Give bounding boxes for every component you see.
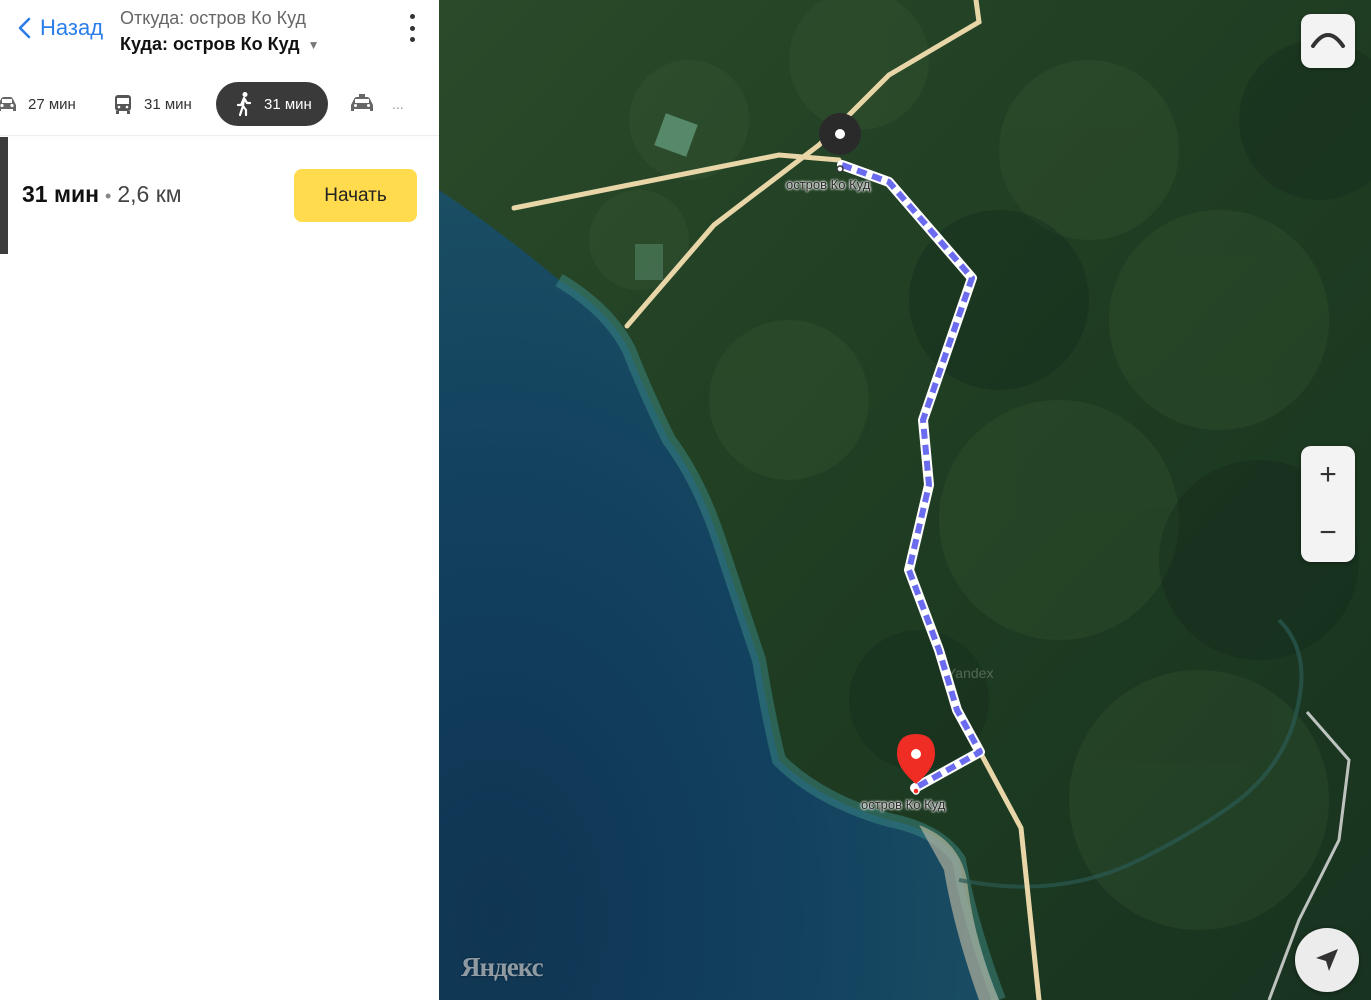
tab-taxi[interactable]: ...: [348, 82, 404, 126]
route-header: Назад Откуда: остров Ко Куд Куда: остров…: [0, 0, 439, 72]
more-dot-icon: [409, 14, 415, 19]
back-label: Назад: [40, 15, 104, 40]
destination-label: остров Ко Куд: [861, 797, 946, 812]
tab-taxi-time: ...: [392, 96, 404, 112]
caret-down-icon: ▼: [307, 37, 320, 52]
layers-button[interactable]: [1301, 14, 1355, 68]
route-distance: 2,6 км: [117, 181, 182, 207]
more-menu-button[interactable]: [404, 14, 420, 42]
taxi-icon: [351, 94, 373, 111]
tab-car-time: 27 мин: [28, 95, 76, 113]
zoom-in-button[interactable]: +: [1301, 446, 1355, 504]
separator-dot: •: [105, 186, 112, 206]
transport-mode-tabs: 27 мин 31 мин 31 мин ...: [0, 82, 439, 126]
route-origin[interactable]: Откуда: остров Ко Куд: [120, 8, 306, 29]
zoom-control: + −: [1301, 446, 1355, 562]
route-summary: 31 мин • 2,6 км: [22, 181, 182, 208]
start-point-label: остров Ко Куд: [786, 177, 871, 192]
chevron-left-icon: [18, 17, 31, 39]
tab-transit-time: 31 мин: [144, 95, 192, 113]
route-duration: 31 мин: [22, 181, 100, 207]
yandex-logo: Яндекс: [461, 952, 544, 982]
destination-pin-icon[interactable]: [891, 732, 941, 796]
layers-icon: [1311, 33, 1345, 48]
route-destination-label: Куда: остров Ко Куд: [120, 34, 300, 54]
route-panel: Назад Откуда: остров Ко Куд Куда: остров…: [0, 0, 439, 1000]
map-watermark-faint: Yandex: [947, 665, 994, 681]
tab-walking-time: 31 мин: [264, 95, 312, 113]
pedestrian-icon: [236, 92, 252, 117]
start-point-marker[interactable]: [817, 112, 863, 172]
tab-walking[interactable]: 31 мин: [216, 82, 328, 126]
location-arrow-icon: [1316, 949, 1338, 971]
map-view[interactable]: остров Ко Куд остров Ко Куд Yandex + − Я…: [439, 0, 1371, 1000]
my-location-button[interactable]: [1295, 928, 1359, 992]
selected-indicator: [0, 137, 8, 254]
divider: [0, 135, 439, 136]
bus-icon: [115, 95, 131, 114]
zoom-out-button[interactable]: −: [1301, 504, 1355, 562]
route-destination[interactable]: Куда: остров Ко Куд ▼: [120, 34, 319, 55]
start-navigation-button[interactable]: Начать: [294, 169, 417, 222]
car-icon: [0, 97, 16, 111]
route-option[interactable]: 31 мин • 2,6 км Начать: [0, 137, 439, 255]
satellite-map-image: [439, 0, 1371, 1000]
tab-transit[interactable]: 31 мин: [112, 82, 192, 126]
back-button[interactable]: Назад: [14, 12, 103, 44]
more-dot-icon: [409, 25, 415, 31]
tab-car[interactable]: 27 мин: [0, 82, 76, 126]
more-dot-icon: [409, 37, 415, 42]
